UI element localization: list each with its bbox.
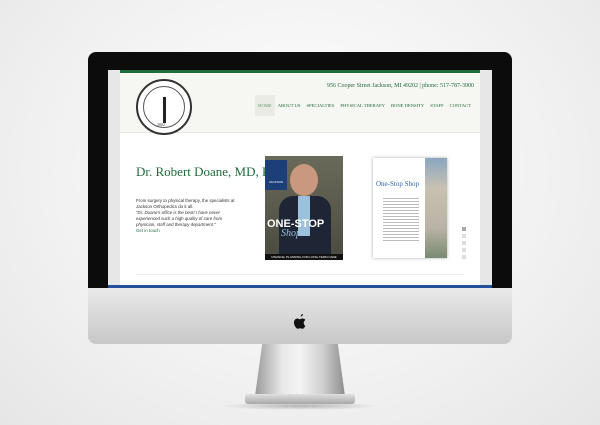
nav-physical-therapy[interactable]: PHYSICAL THERAPY — [337, 95, 388, 116]
hero-intro: From surgery to physical therapy, the sp… — [136, 198, 235, 209]
nav-contact[interactable]: CONTACT — [447, 95, 474, 116]
magazine-cover-image[interactable]: JACKSON ONE-STOP Shop FINANCE: PLANNING … — [265, 156, 343, 260]
website-page: 2002 956 Cooper Street Jackson, MI 49202… — [120, 70, 480, 288]
cover-script: Shop — [281, 228, 301, 239]
cover-face — [290, 164, 318, 196]
spread-body-text — [383, 198, 419, 242]
main-nav: HOME ABOUT US SPECIALTIES PHYSICAL THERA… — [255, 95, 474, 116]
hero-quote: "Dr. Doane's office is the best! I have … — [136, 210, 223, 227]
hero-description: From surgery to physical therapy, the sp… — [136, 198, 236, 234]
tree-icon — [163, 97, 166, 123]
address-phone: 956 Cooper Street Jackson, MI 49202 | ph… — [326, 83, 474, 89]
slider-pagination — [462, 227, 466, 262]
slider-dot[interactable] — [462, 241, 466, 245]
content-divider — [136, 274, 464, 275]
slider-dot[interactable] — [462, 227, 466, 231]
slider-dot[interactable] — [462, 234, 466, 238]
slider-dot[interactable] — [462, 248, 466, 252]
monitor-base — [245, 394, 355, 404]
site-header: 2002 956 Cooper Street Jackson, MI 49202… — [120, 73, 480, 135]
nav-staff[interactable]: STAFF — [427, 95, 446, 116]
hero-title: Dr. Robert Doane, MD, PC — [136, 164, 278, 179]
magazine-brand: JACKSON — [265, 160, 287, 190]
monitor-stand — [255, 344, 345, 396]
spread-title: One-Stop Shop — [376, 180, 419, 188]
nav-home[interactable]: HOME — [255, 95, 275, 116]
nav-about-us[interactable]: ABOUT US — [275, 95, 304, 116]
nav-bone-density[interactable]: BONE DENSITY — [388, 95, 427, 116]
logo-year: 2002 — [157, 122, 165, 127]
slider-dot[interactable] — [462, 255, 466, 259]
nav-specialties[interactable]: SPECIALTIES — [303, 95, 337, 116]
magazine-spread-image[interactable]: One-Stop Shop — [373, 158, 447, 258]
apple-logo-icon — [294, 314, 306, 329]
clinic-logo[interactable]: 2002 — [136, 79, 192, 135]
get-in-touch-link[interactable]: Get in touch — [136, 228, 236, 234]
monitor-screen: 2002 956 Cooper Street Jackson, MI 49202… — [108, 70, 492, 288]
cover-footer: FINANCE: PLANNING FOR LONG-TERM CARE — [265, 254, 343, 260]
spread-photo — [425, 158, 447, 258]
